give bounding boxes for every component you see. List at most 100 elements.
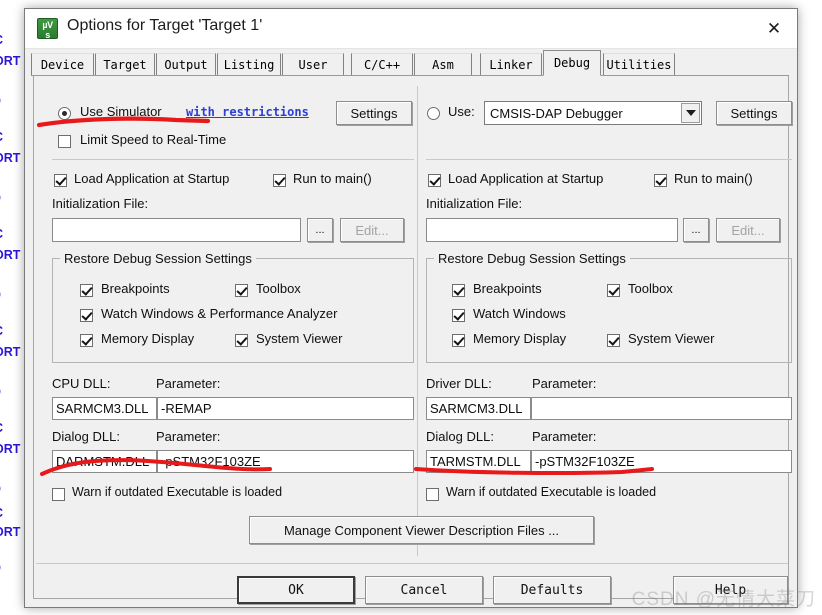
run-to-main-checkbox[interactable] (273, 174, 286, 187)
tab-c-cpp[interactable]: C/C++ (351, 53, 413, 76)
dialog-parameter-label-right: Parameter: (532, 429, 597, 444)
restore-session-group: Restore Debug Session Settings Breakpoin… (52, 251, 414, 363)
tab-device[interactable]: Device (31, 53, 94, 76)
restore-system-viewer-label: System Viewer (256, 331, 343, 346)
restore-watch-windows-checkbox-right[interactable] (452, 309, 465, 322)
restore-session-group-title: Restore Debug Session Settings (60, 251, 256, 266)
init-file-browse-button[interactable]: ... (307, 218, 333, 242)
restore-toolbox-label-right: Toolbox (628, 281, 673, 296)
tab-utilities[interactable]: Utilities (603, 53, 675, 76)
init-file-edit-button-right: Edit... (716, 218, 780, 242)
dialog-dll-input-right[interactable]: TARMSTM.DLL (426, 450, 531, 473)
restore-memory-display-checkbox-right[interactable] (452, 334, 465, 347)
restore-watch-windows-label-right: Watch Windows (473, 306, 566, 321)
restore-memory-display-checkbox[interactable] (80, 334, 93, 347)
restore-toolbox-label: Toolbox (256, 281, 301, 296)
restore-breakpoints-checkbox[interactable] (80, 284, 93, 297)
cpu-parameter-label: Parameter: (156, 376, 221, 391)
dialog-dll-input[interactable]: DARMSTM.DLL (52, 450, 157, 473)
run-to-main-label: Run to main() (293, 171, 372, 186)
use-simulator-radio[interactable] (58, 107, 71, 120)
driver-dll-input[interactable]: SARMCM3.DLL (426, 397, 531, 420)
title-bar: µV s Options for Target 'Target 1' ✕ (25, 9, 797, 49)
ok-button[interactable]: OK (237, 576, 355, 604)
use-debugger-label: Use: (448, 104, 475, 119)
app-icon-line2: s (45, 30, 50, 39)
debugger-settings-button[interactable]: Settings (716, 101, 792, 125)
tab-user[interactable]: User (282, 53, 344, 76)
restore-system-viewer-checkbox[interactable] (235, 334, 248, 347)
tab-asm[interactable]: Asm (414, 53, 472, 76)
footer-divider (36, 563, 788, 564)
restore-watch-windows-checkbox[interactable] (80, 309, 93, 322)
cpu-dll-label: CPU DLL: (52, 376, 111, 391)
limit-speed-label: Limit Speed to Real-Time (80, 132, 227, 147)
restore-breakpoints-label: Breakpoints (101, 281, 170, 296)
warn-outdated-exe-label-right: Warn if outdated Executable is loaded (446, 485, 657, 499)
manage-component-viewer-button[interactable]: Manage Component Viewer Description File… (249, 516, 594, 544)
init-file-browse-button-right[interactable]: ... (683, 218, 709, 242)
restore-breakpoints-label-right: Breakpoints (473, 281, 542, 296)
close-icon[interactable]: ✕ (751, 9, 797, 48)
load-app-at-startup-label-right: Load Application at Startup (448, 171, 604, 186)
warn-outdated-exe-checkbox-right[interactable] (426, 488, 439, 501)
warn-outdated-exe-label: Warn if outdated Executable is loaded (72, 485, 283, 499)
simulator-settings-button[interactable]: Settings (336, 101, 412, 125)
init-file-label: Initialization File: (52, 196, 149, 211)
tab-debug[interactable]: Debug (543, 50, 601, 76)
tab-output[interactable]: Output (156, 53, 216, 76)
debugger-select-value: CMSIS-DAP Debugger (490, 105, 623, 121)
restore-system-viewer-label-right: System Viewer (628, 331, 715, 346)
dialog-parameter-label: Parameter: (156, 429, 221, 444)
panel-divider (417, 86, 418, 556)
load-app-at-startup-checkbox-right[interactable] (428, 174, 441, 187)
with-restrictions-link[interactable]: with restrictions (186, 105, 309, 119)
dialog-dll-label: Dialog DLL: (52, 429, 120, 444)
dialog-parameter-input-right[interactable]: -pSTM32F103ZE (531, 450, 792, 473)
load-app-at-startup-label: Load Application at Startup (74, 171, 230, 186)
restore-breakpoints-checkbox-right[interactable] (452, 284, 465, 297)
debugger-select[interactable]: CMSIS-DAP Debugger (484, 101, 702, 125)
chevron-down-icon[interactable] (681, 103, 700, 123)
debug-tab-content: Use Simulator with restrictions Settings… (33, 76, 792, 604)
init-file-label-right: Initialization File: (426, 196, 523, 211)
cpu-dll-input[interactable]: SARMCM3.DLL (52, 397, 157, 420)
driver-parameter-label: Parameter: (532, 376, 597, 391)
tab-target[interactable]: Target (95, 53, 155, 76)
cpu-parameter-input[interactable]: -REMAP (157, 397, 414, 420)
window-title: Options for Target 'Target 1' (67, 17, 263, 34)
simulator-panel: Use Simulator with restrictions Settings… (36, 76, 416, 554)
tab-listing[interactable]: Listing (217, 53, 281, 76)
warn-outdated-exe-checkbox[interactable] (52, 488, 65, 501)
defaults-button[interactable]: Defaults (493, 576, 611, 604)
restore-memory-display-label: Memory Display (101, 331, 195, 346)
limit-speed-checkbox[interactable] (58, 135, 71, 148)
run-to-main-checkbox-right[interactable] (654, 174, 667, 187)
restore-toolbox-checkbox-right[interactable] (607, 284, 620, 297)
csdn-watermark: CSDN @无情大菜刀 (631, 589, 816, 610)
cancel-button[interactable]: Cancel (365, 576, 483, 604)
use-debugger-radio[interactable] (427, 107, 440, 120)
dialog-dll-label-right: Dialog DLL: (426, 429, 494, 444)
tab-linker[interactable]: Linker (480, 53, 542, 76)
debugger-panel: Use: CMSIS-DAP Debugger Settings Load Ap… (420, 76, 800, 554)
driver-parameter-input[interactable] (531, 397, 792, 420)
app-icon-line1: µV (42, 20, 53, 30)
driver-dll-label: Driver DLL: (426, 376, 492, 391)
restore-session-group-title-right: Restore Debug Session Settings (434, 251, 630, 266)
init-file-input[interactable] (52, 218, 301, 242)
debugger-section-divider (426, 159, 792, 160)
keil-uvision-icon: µV s (37, 18, 58, 39)
options-dialog: µV s Options for Target 'Target 1' ✕ Dev… (24, 8, 798, 608)
restore-memory-display-label-right: Memory Display (473, 331, 567, 346)
dialog-parameter-input[interactable]: -pSTM32F103ZE (157, 450, 414, 473)
run-to-main-label-right: Run to main() (674, 171, 753, 186)
restore-system-viewer-checkbox-right[interactable] (607, 334, 620, 347)
restore-session-group-right: Restore Debug Session Settings Breakpoin… (426, 251, 792, 363)
restore-toolbox-checkbox[interactable] (235, 284, 248, 297)
load-app-at-startup-checkbox[interactable] (54, 174, 67, 187)
restore-watch-windows-label: Watch Windows & Performance Analyzer (101, 306, 338, 321)
init-file-input-right[interactable] (426, 218, 678, 242)
init-file-edit-button: Edit... (340, 218, 404, 242)
tab-bar: Device Target Output Listing User C/C++ … (25, 49, 797, 77)
